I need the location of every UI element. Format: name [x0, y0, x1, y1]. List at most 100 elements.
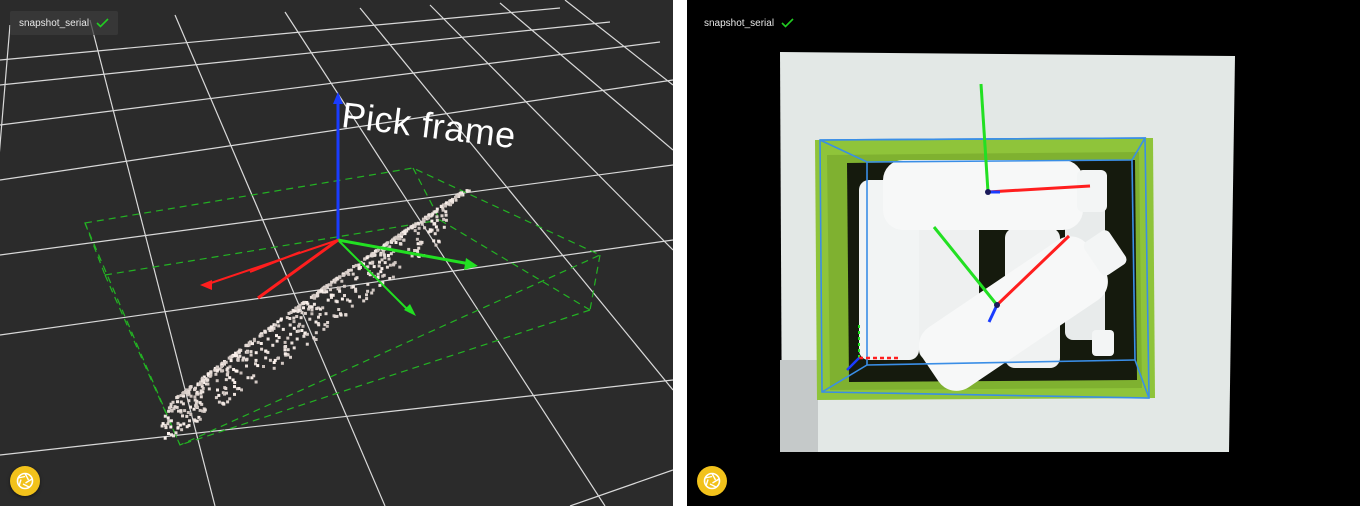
cloud-point — [432, 222, 436, 226]
cloud-point — [166, 416, 170, 420]
cloud-point — [283, 340, 287, 344]
cloud-point — [163, 414, 167, 418]
cloud-point — [185, 391, 189, 395]
cloud-point — [244, 344, 248, 348]
cloud-point — [254, 358, 258, 362]
cloud-point — [414, 222, 418, 226]
camera-image-viewport[interactable]: snapshot_serial — [687, 0, 1360, 506]
cloud-point — [170, 433, 173, 437]
cloud-point — [467, 189, 471, 193]
camera-shutter-icon — [703, 472, 721, 490]
cloud-point — [316, 322, 320, 325]
cloud-point — [187, 399, 191, 403]
cloud-point — [398, 242, 402, 246]
cloud-point — [400, 232, 404, 236]
cloud-point — [233, 381, 237, 384]
cloud-point — [312, 302, 316, 306]
cloud-point — [266, 337, 270, 341]
cloud-point — [325, 324, 329, 328]
cloud-point — [417, 226, 421, 230]
cloud-point — [394, 235, 398, 239]
snapshot-badge: snapshot_serial — [695, 11, 803, 35]
point-cloud-scene — [0, 0, 673, 506]
cloud-point — [391, 238, 395, 242]
point-cloud-viewport[interactable]: Pick frame snapshot_serial — [0, 0, 673, 506]
cloud-point — [406, 227, 410, 231]
cloud-point — [340, 279, 344, 283]
cloud-point — [176, 426, 180, 430]
cloud-point — [371, 288, 375, 292]
cloud-point — [427, 213, 431, 217]
cloud-point — [283, 348, 287, 352]
cloud-point — [333, 280, 337, 284]
cloud-point — [376, 272, 380, 276]
cloud-point — [342, 273, 345, 277]
cloud-point — [195, 404, 199, 408]
cloud-point — [371, 252, 375, 256]
cloud-point — [422, 219, 426, 223]
cloud-point — [181, 402, 185, 406]
cloud-point — [292, 316, 296, 320]
cloud-point — [224, 387, 228, 390]
cloud-point — [362, 299, 366, 303]
cloud-point — [338, 275, 342, 279]
cloud-point — [372, 265, 376, 269]
cloud-point — [249, 350, 253, 354]
cloud-point — [216, 388, 219, 392]
cloud-point — [403, 229, 407, 233]
cloud-point — [324, 312, 328, 316]
cloud-point — [201, 376, 205, 380]
cloud-point — [302, 334, 306, 338]
cloud-point — [383, 256, 387, 260]
cloud-point — [233, 392, 236, 396]
cloud-point — [277, 336, 281, 339]
cloud-point — [247, 343, 251, 347]
cloud-point — [233, 385, 236, 389]
capture-button[interactable] — [697, 466, 727, 496]
cloud-point — [333, 315, 337, 318]
cloud-point — [316, 294, 320, 298]
cloud-point — [286, 348, 290, 352]
cloud-point — [388, 277, 392, 280]
ground-grid — [0, 0, 673, 506]
cloud-point — [433, 232, 437, 236]
cloud-point — [343, 294, 346, 297]
cloud-point — [161, 422, 165, 426]
cloud-point — [268, 358, 272, 362]
cloud-point — [433, 210, 437, 214]
cloud-point — [432, 239, 436, 243]
cloud-point — [217, 393, 221, 397]
cloud-point — [209, 370, 213, 374]
cloud-point — [366, 289, 370, 293]
cloud-point — [234, 369, 238, 373]
cloud-point — [454, 196, 457, 200]
cloud-point — [200, 379, 204, 383]
cloud-point — [428, 228, 432, 232]
cloud-point — [179, 409, 183, 413]
cloud-point — [194, 402, 198, 406]
cloud-point — [178, 423, 182, 427]
cloud-point — [249, 353, 253, 357]
cloud-point — [302, 301, 306, 305]
cloud-point — [195, 390, 199, 394]
cloud-point — [451, 199, 454, 203]
cloud-point — [357, 263, 361, 267]
cloud-point — [217, 400, 221, 404]
cloud-point — [220, 365, 224, 369]
cloud-point — [288, 323, 292, 327]
cloud-point — [275, 334, 278, 338]
cloud-point — [440, 214, 444, 218]
cloud-point — [358, 295, 361, 299]
cloud-point — [228, 397, 232, 401]
cloud-point — [322, 327, 326, 331]
cloud-point — [381, 250, 385, 254]
cloud-point — [348, 299, 352, 303]
cloud-point — [256, 364, 260, 368]
cloud-point — [308, 317, 312, 321]
cloud-point — [337, 286, 341, 290]
capture-button[interactable] — [10, 466, 40, 496]
cloud-point — [180, 428, 184, 432]
cloud-point — [417, 246, 421, 250]
cloud-point — [329, 288, 332, 292]
cloud-point — [260, 333, 264, 337]
